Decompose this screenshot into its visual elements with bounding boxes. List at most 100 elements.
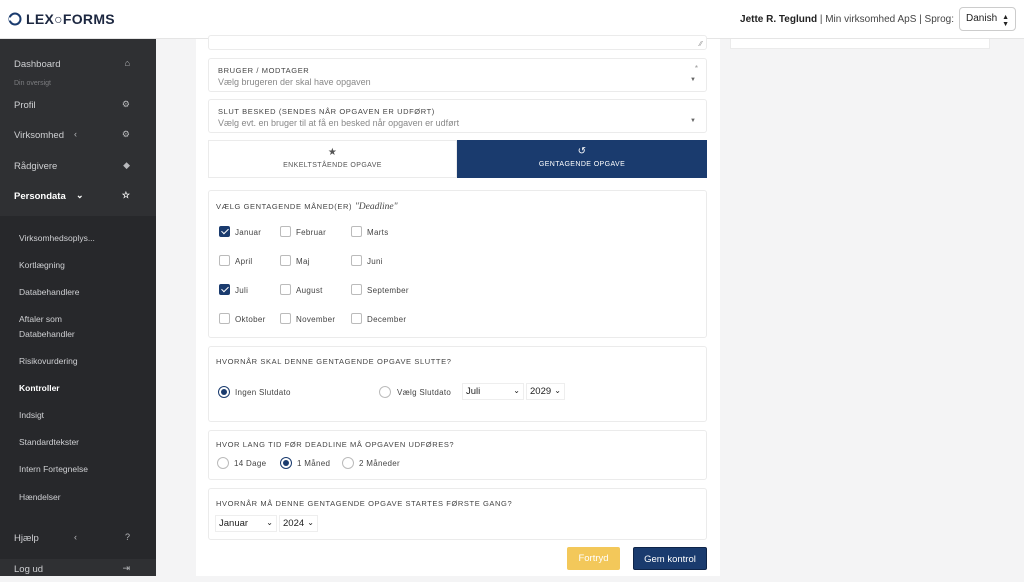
month-checkbox[interactable] <box>351 226 362 237</box>
sidebar-subitem[interactable]: Kortlægning <box>19 258 65 273</box>
start-label: HVORNÅR MÅ DENNE GENTAGENDE OPGAVE START… <box>216 499 513 508</box>
sidebar-item-label: Persondata <box>14 191 66 202</box>
radio-label: Vælg Slutdato <box>397 388 452 397</box>
description-textarea[interactable]: ⁄⁄ <box>208 35 707 50</box>
months-label: VÆLG GENTAGENDE MÅNED(ER) "Deadline" <box>216 202 398 212</box>
home-icon: ⌂ <box>124 58 130 68</box>
sidebar: Dashboard ⌂ Din oversigt Profil ⚙ Virkso… <box>0 39 156 576</box>
month-checkbox[interactable] <box>219 226 230 237</box>
sidebar-item-label: Hjælp <box>14 533 39 544</box>
tab-single-task[interactable]: ★ ENKELTSTÅENDE OPGAVE <box>208 140 457 178</box>
tab-label: ENKELTSTÅENDE OPGAVE <box>283 162 382 169</box>
radio-no-end-date[interactable] <box>218 386 230 398</box>
sidebar-subitem[interactable]: Indsigt <box>19 408 44 423</box>
month-label: Juni <box>367 257 383 266</box>
logo[interactable]: LEX○FORMS <box>8 11 115 27</box>
sidebar-subitem[interactable]: Virksomhedsoplys... <box>19 231 95 246</box>
caret-down-icon: ▼ <box>690 77 696 83</box>
month-label: Maj <box>296 257 310 266</box>
sidebar-item-label: Profil <box>14 100 36 111</box>
radio-lead-14-days[interactable] <box>217 457 229 469</box>
lead-time-label: HVOR LANG TID FØR DEADLINE MÅ OPGAVEN UD… <box>216 440 455 449</box>
month-checkbox[interactable] <box>280 226 291 237</box>
tab-label: GENTAGENDE OPGAVE <box>538 161 626 168</box>
question-icon: ? <box>124 532 130 542</box>
start-year-select[interactable]: 2024 ⌄ <box>279 515 318 532</box>
sidebar-item-label: Rådgivere <box>14 161 58 172</box>
month-checkbox[interactable] <box>280 255 291 266</box>
end-message-label: SLUT BESKED (SENDES NÅR OPGAVEN ER UDFØR… <box>218 107 435 116</box>
sidebar-subitem[interactable]: Databehandlere <box>19 285 80 300</box>
select-value: 2024 <box>283 518 305 529</box>
graduation-cap-icon: ◆ <box>123 160 130 170</box>
caret-down-icon: ▼ <box>690 118 696 124</box>
recipient-label: BRUGER / MODTAGER <box>218 66 310 75</box>
right-panel <box>730 39 990 49</box>
chevron-down-icon: ⌄ <box>307 518 314 527</box>
start-month-select[interactable]: Januar ⌄ <box>215 515 277 532</box>
select-value: Juli <box>466 386 481 397</box>
end-date-label: HVORNÅR SKAL DENNE GENTAGENDE OPGAVE SLU… <box>216 357 452 366</box>
radio-label: 1 Måned <box>297 459 331 468</box>
sidebar-item-help[interactable]: Hjælp ‹ ? <box>0 527 156 551</box>
top-bar: LEX○FORMS Jette R. Teglund | Min virksom… <box>0 0 1024 39</box>
end-year-select[interactable]: 2029 ⌄ <box>526 383 565 400</box>
user-info: Jette R. Teglund | Min virksomhed ApS | … <box>740 14 954 25</box>
sidebar-subitem[interactable]: Hændelser <box>19 490 61 505</box>
save-control-button[interactable]: Gem kontrol <box>633 547 707 570</box>
month-label: November <box>296 315 336 324</box>
star-icon: ★ <box>327 147 338 158</box>
sidebar-item-profil[interactable]: Profil ⚙ <box>0 94 156 118</box>
sidebar-item-label: Virksomhed <box>14 130 64 141</box>
month-label: December <box>367 315 407 324</box>
radio-lead-1-month[interactable] <box>280 457 292 469</box>
month-checkbox[interactable] <box>351 255 362 266</box>
month-checkbox[interactable] <box>219 313 230 324</box>
sidebar-item-persondata[interactable]: Persondata ⌄ ☆ <box>0 185 156 209</box>
start-section: HVORNÅR MÅ DENNE GENTAGENDE OPGAVE START… <box>208 488 707 540</box>
language-select[interactable]: Danish ▲ ▼ <box>959 7 1016 31</box>
month-checkbox[interactable] <box>351 313 362 324</box>
radio-label: 14 Dage <box>234 459 267 468</box>
sidebar-item-logout[interactable]: Log ud ⇥ <box>0 558 156 582</box>
month-label: Oktober <box>235 315 266 324</box>
month-checkbox[interactable] <box>280 313 291 324</box>
sidebar-subitem[interactable]: Aftaler som Databehandler <box>19 312 97 342</box>
end-message-select[interactable]: SLUT BESKED (SENDES NÅR OPGAVEN ER UDFØR… <box>208 99 707 133</box>
user-name: Jette R. Teglund <box>740 14 818 25</box>
radio-pick-end-date[interactable] <box>379 386 391 398</box>
month-checkbox[interactable] <box>219 255 230 266</box>
star-icon: ☆ <box>121 190 130 200</box>
end-message-placeholder: Vælg evt. en bruger til at få en besked … <box>218 118 460 128</box>
chevron-down-icon: ⌄ <box>513 386 520 395</box>
sidebar-item-virksomhed[interactable]: Virksomhed ‹ ⚙ <box>0 124 156 148</box>
month-checkbox[interactable] <box>351 284 362 295</box>
month-label: Juli <box>235 286 249 295</box>
month-checkbox[interactable] <box>280 284 291 295</box>
sidebar-subitem[interactable]: Intern Fortegnelse <box>19 462 88 477</box>
company-name: Min virksomhed ApS <box>825 14 917 25</box>
sidebar-subitem-active[interactable]: Kontroller <box>19 381 60 396</box>
sidebar-item-subtitle: Din oversigt <box>14 80 51 87</box>
lead-time-section: HVOR LANG TID FØR DEADLINE MÅ OPGAVEN UD… <box>208 430 707 480</box>
sidebar-subitem[interactable]: Standardtekster <box>19 435 79 450</box>
required-mark: * <box>694 64 698 73</box>
sidebar-subitem[interactable]: Risikovurdering <box>19 354 78 369</box>
chevron-down-icon: ⌄ <box>554 386 561 395</box>
recipient-select[interactable]: BRUGER / MODTAGER Vælg brugeren der skal… <box>208 58 707 92</box>
chevron-left-icon: ‹ <box>74 129 77 139</box>
select-value: Januar <box>219 518 249 529</box>
select-value: 2029 <box>530 386 552 397</box>
sidebar-item-dashboard[interactable]: Dashboard ⌂ <box>0 53 156 77</box>
cancel-button[interactable]: Fortryd <box>567 547 620 570</box>
sidebar-item-raadgivere[interactable]: Rådgivere ◆ <box>0 155 156 179</box>
tab-recurring-task[interactable]: ↺ GENTAGENDE OPGAVE <box>457 140 707 178</box>
resize-handle-icon[interactable]: ⁄⁄ <box>700 41 702 48</box>
end-month-select[interactable]: Juli ⌄ <box>462 383 524 400</box>
radio-label: 2 Måneder <box>359 459 400 468</box>
radio-lead-2-months[interactable] <box>342 457 354 469</box>
month-checkbox[interactable] <box>219 284 230 295</box>
deadline-label: "Deadline" <box>354 202 398 212</box>
month-label: Marts <box>367 228 389 237</box>
months-label-text: VÆLG GENTAGENDE MÅNED(ER) <box>216 202 353 211</box>
